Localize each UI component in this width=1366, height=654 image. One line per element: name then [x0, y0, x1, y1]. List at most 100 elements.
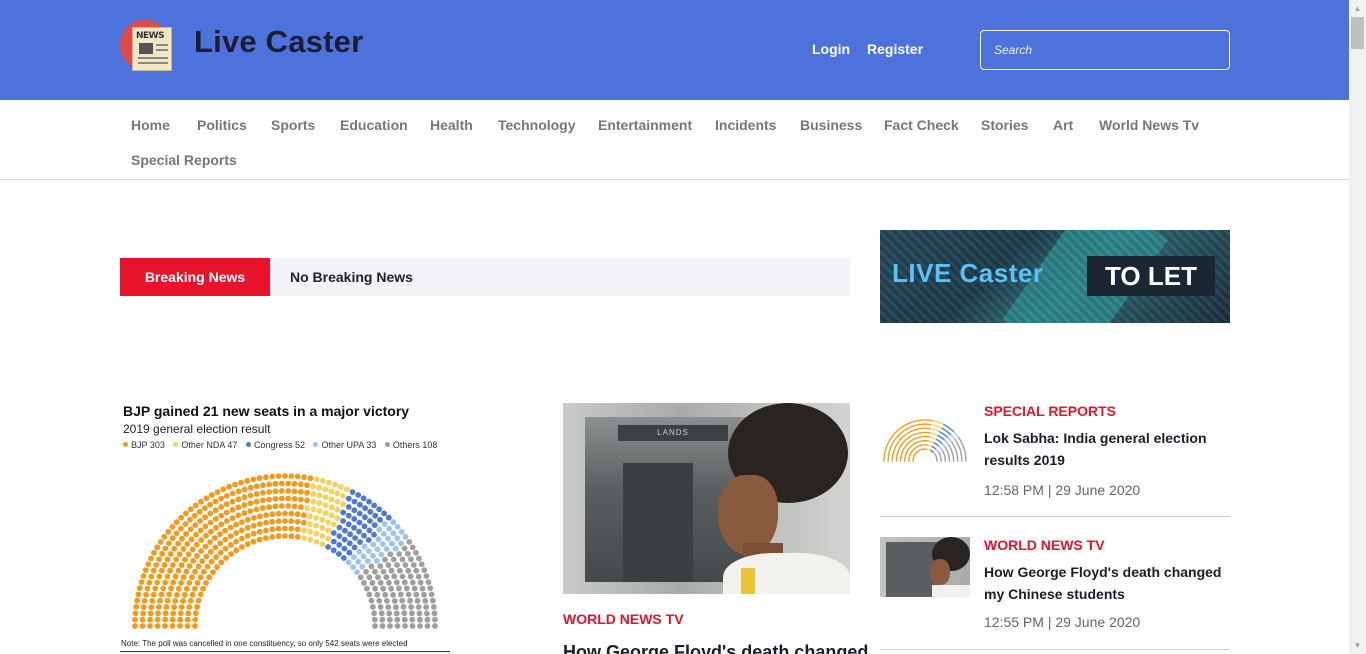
seat-dot-bjp: [285, 495, 292, 502]
article-headline[interactable]: How George Floyd's death changed: [563, 642, 868, 654]
breaking-news-text[interactable]: No Breaking News: [290, 258, 413, 296]
nav-item-fact-check[interactable]: Fact Check: [884, 117, 959, 133]
seat-dot-bjp: [235, 496, 242, 503]
seat-dot-congress: [351, 524, 357, 531]
seat-dot-bjp: [263, 512, 270, 518]
seat-dot-bjp: [192, 522, 199, 528]
side-item-category[interactable]: SPECIAL REPORTS: [984, 403, 1116, 419]
site-logo[interactable]: NEWS: [120, 18, 176, 74]
nav-item-art[interactable]: Art: [1053, 117, 1073, 133]
seat-dot-bjp: [250, 522, 257, 529]
seat-dot-bjp: [192, 502, 199, 509]
seat-dot-others: [396, 551, 403, 557]
nav-item-business[interactable]: Business: [800, 117, 862, 133]
seat-dot-others: [401, 545, 408, 552]
seat-dot-bjp: [297, 481, 304, 488]
seat-dot-bjp: [152, 585, 159, 592]
seat-dot-others: [401, 616, 408, 623]
seat-dot-bjp: [218, 521, 225, 528]
legend-dot: [384, 442, 390, 447]
seat-dot-congress: [381, 510, 387, 517]
seat-dot-bjp: [168, 585, 174, 592]
scroll-up-icon[interactable]: ▲: [1349, 0, 1366, 17]
side-item-headline[interactable]: How George Floyd's death changed my Chin…: [984, 561, 1230, 605]
seat-dot-bjp: [251, 515, 257, 521]
site-title[interactable]: Live Caster: [194, 24, 363, 60]
nav-item-home[interactable]: Home: [131, 117, 170, 133]
seat-dot-others: [380, 568, 387, 575]
seat-dot-bjp: [164, 573, 171, 580]
legend-label: Others 108: [392, 440, 438, 450]
side-item-category[interactable]: WORLD NEWS TV: [984, 537, 1105, 553]
seat-dot-bjp: [223, 501, 230, 508]
seat-dot-bjp: [173, 519, 180, 526]
search-input[interactable]: [980, 30, 1230, 70]
article-photo[interactable]: LANDS: [563, 403, 850, 594]
side-item-thumbnail[interactable]: [880, 403, 970, 475]
seat-dot-bjp: [187, 506, 194, 513]
nav-item-education[interactable]: Education: [340, 117, 408, 133]
seat-dot-other-nda: [328, 512, 335, 519]
scroll-down-icon[interactable]: ▼: [1349, 637, 1366, 654]
nav-item-technology[interactable]: Technology: [498, 117, 576, 133]
register-link[interactable]: Register: [867, 41, 923, 57]
side-item-thumbnail[interactable]: [880, 537, 970, 609]
nav-item-politics[interactable]: Politics: [197, 117, 247, 133]
nav-item-incidents[interactable]: Incidents: [715, 117, 776, 133]
seat-dot-others: [956, 460, 959, 462]
side-item-divider: [880, 649, 1230, 650]
side-list-item[interactable]: WORLD NEWS TV How George Floyd's death c…: [880, 537, 1230, 654]
seat-dot-other-upa: [376, 526, 383, 533]
seat-dot-others: [940, 460, 942, 462]
seat-dot-bjp: [220, 486, 227, 493]
side-item-headline[interactable]: Lok Sabha: India general election result…: [984, 427, 1230, 471]
nav-item-sports[interactable]: Sports: [271, 117, 315, 133]
seat-dot-bjp: [187, 597, 194, 604]
nav-item-world-news-tv[interactable]: World News Tv: [1099, 117, 1199, 133]
seat-dot-bjp: [170, 579, 177, 586]
seat-dot-bjp: [154, 579, 161, 586]
seat-dot-others: [357, 574, 364, 581]
seat-dot-bjp: [285, 503, 292, 509]
article-category[interactable]: WORLD NEWS TV: [563, 611, 684, 627]
nav-item-stories[interactable]: Stories: [981, 117, 1028, 133]
seat-dot-bjp: [187, 526, 194, 533]
seat-dot-other-nda: [343, 486, 350, 493]
featured-chart-image[interactable]: BJP gained 21 new seats in a major victo…: [120, 403, 450, 654]
seat-dot-other-upa: [394, 524, 401, 530]
seat-dot-bjp: [176, 551, 183, 558]
seat-dot-others: [425, 579, 432, 585]
seat-dot-others: [961, 460, 963, 462]
seat-dot-bjp: [298, 496, 304, 503]
seat-dot-bjp: [192, 623, 198, 629]
seat-dot-bjp: [212, 516, 219, 522]
seat-dot-bjp: [186, 563, 193, 569]
seat-dot-bjp: [133, 604, 140, 610]
scroll-thumb[interactable]: [1351, 17, 1364, 49]
seat-dot-bjp: [173, 530, 180, 537]
seat-dot-bjp: [196, 508, 203, 515]
nav-item-entertainment[interactable]: Entertainment: [598, 117, 692, 133]
seat-dot-bjp: [140, 604, 147, 610]
seat-dot-bjp: [229, 515, 236, 521]
seat-dot-others: [936, 460, 938, 462]
seat-dot-others: [382, 591, 389, 598]
advertisement-banner[interactable]: LIVE Caster TO LET: [880, 230, 1230, 323]
seat-dot-bjp: [241, 494, 248, 501]
seat-dot-bjp: [161, 533, 168, 540]
seat-dot-bjp: [212, 544, 219, 551]
seat-dot-bjp: [282, 510, 288, 517]
side-list-item[interactable]: SPECIAL REPORTS Lok Sabha: India general…: [880, 403, 1230, 517]
nav-item-special-reports[interactable]: Special Reports: [131, 152, 237, 168]
seat-dot-others: [401, 610, 408, 617]
seat-dot-congress: [330, 538, 337, 545]
seat-dot-other-upa: [383, 546, 390, 552]
page-scrollbar[interactable]: ▲ ▼: [1349, 0, 1366, 654]
seat-dot-bjp: [184, 616, 191, 623]
login-link[interactable]: Login: [812, 41, 850, 57]
logo-line: [156, 49, 168, 51]
nav-item-health[interactable]: Health: [430, 117, 473, 133]
seat-dot-bjp: [167, 567, 173, 574]
seat-dot-other-nda: [307, 521, 313, 527]
seat-dot-other-upa: [366, 548, 372, 554]
